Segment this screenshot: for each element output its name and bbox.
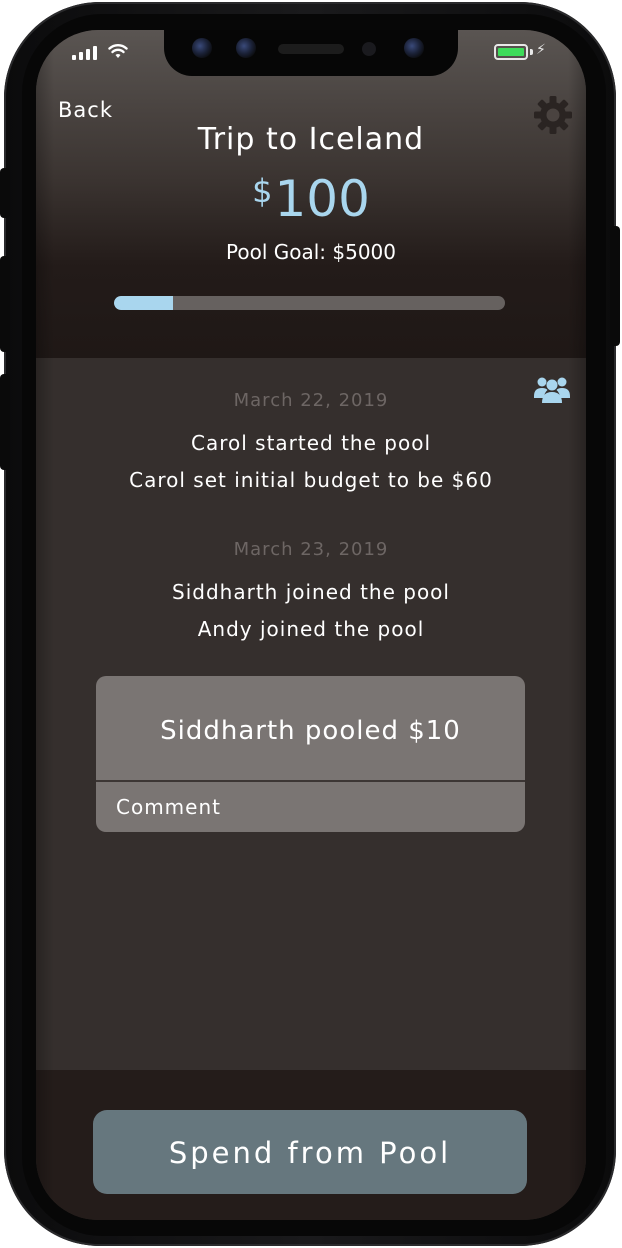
- pool-title: Trip to Iceland: [197, 122, 425, 157]
- balance-amount: 100: [274, 170, 370, 228]
- wifi-icon: [108, 44, 128, 58]
- feed-event: Carol started the pool: [191, 431, 431, 455]
- camera-lens-icon: [404, 38, 424, 58]
- contribution-text: Siddharth pooled $10: [160, 716, 461, 746]
- pool-balance: $100: [36, 170, 586, 228]
- volume-down-button: [0, 374, 10, 470]
- battery-level-fill: [498, 48, 524, 56]
- goal-progress-bar: [114, 296, 505, 310]
- app-screen: ⚡︎ Back Trip to Iceland $100 Pool Goal: …: [36, 30, 586, 1220]
- currency-symbol: $: [252, 172, 273, 210]
- proximity-sensor: [362, 42, 376, 56]
- back-button[interactable]: Back: [58, 98, 113, 122]
- volume-up-button: [0, 256, 10, 352]
- feed-event: Andy joined the pool: [197, 617, 425, 641]
- comment-field[interactable]: Comment: [116, 782, 505, 832]
- contribution-card[interactable]: Siddharth pooled $10 Comment: [96, 676, 525, 832]
- battery-tip: [530, 49, 533, 55]
- camera-lens-icon: [192, 38, 212, 58]
- cellular-signal-icon: [72, 44, 97, 60]
- silent-switch: [0, 168, 10, 218]
- power-button: [610, 226, 620, 346]
- pool-goal-label: Pool Goal: $5000: [226, 240, 396, 264]
- feed-event: Siddharth joined the pool: [172, 580, 450, 604]
- feed-event: Carol set initial budget to be $60: [129, 468, 493, 492]
- feed-date: March 22, 2019: [233, 390, 389, 411]
- charging-bolt-icon: ⚡︎: [536, 42, 546, 58]
- goal-progress-fill: [114, 296, 173, 310]
- earpiece-speaker: [278, 44, 344, 54]
- feed-date: March 23, 2019: [233, 539, 389, 560]
- camera-lens-icon: [236, 38, 256, 58]
- camera-notch: [164, 30, 458, 76]
- battery-charging-icon: [494, 44, 528, 60]
- spend-from-pool-button[interactable]: Spend from Pool: [93, 1110, 527, 1194]
